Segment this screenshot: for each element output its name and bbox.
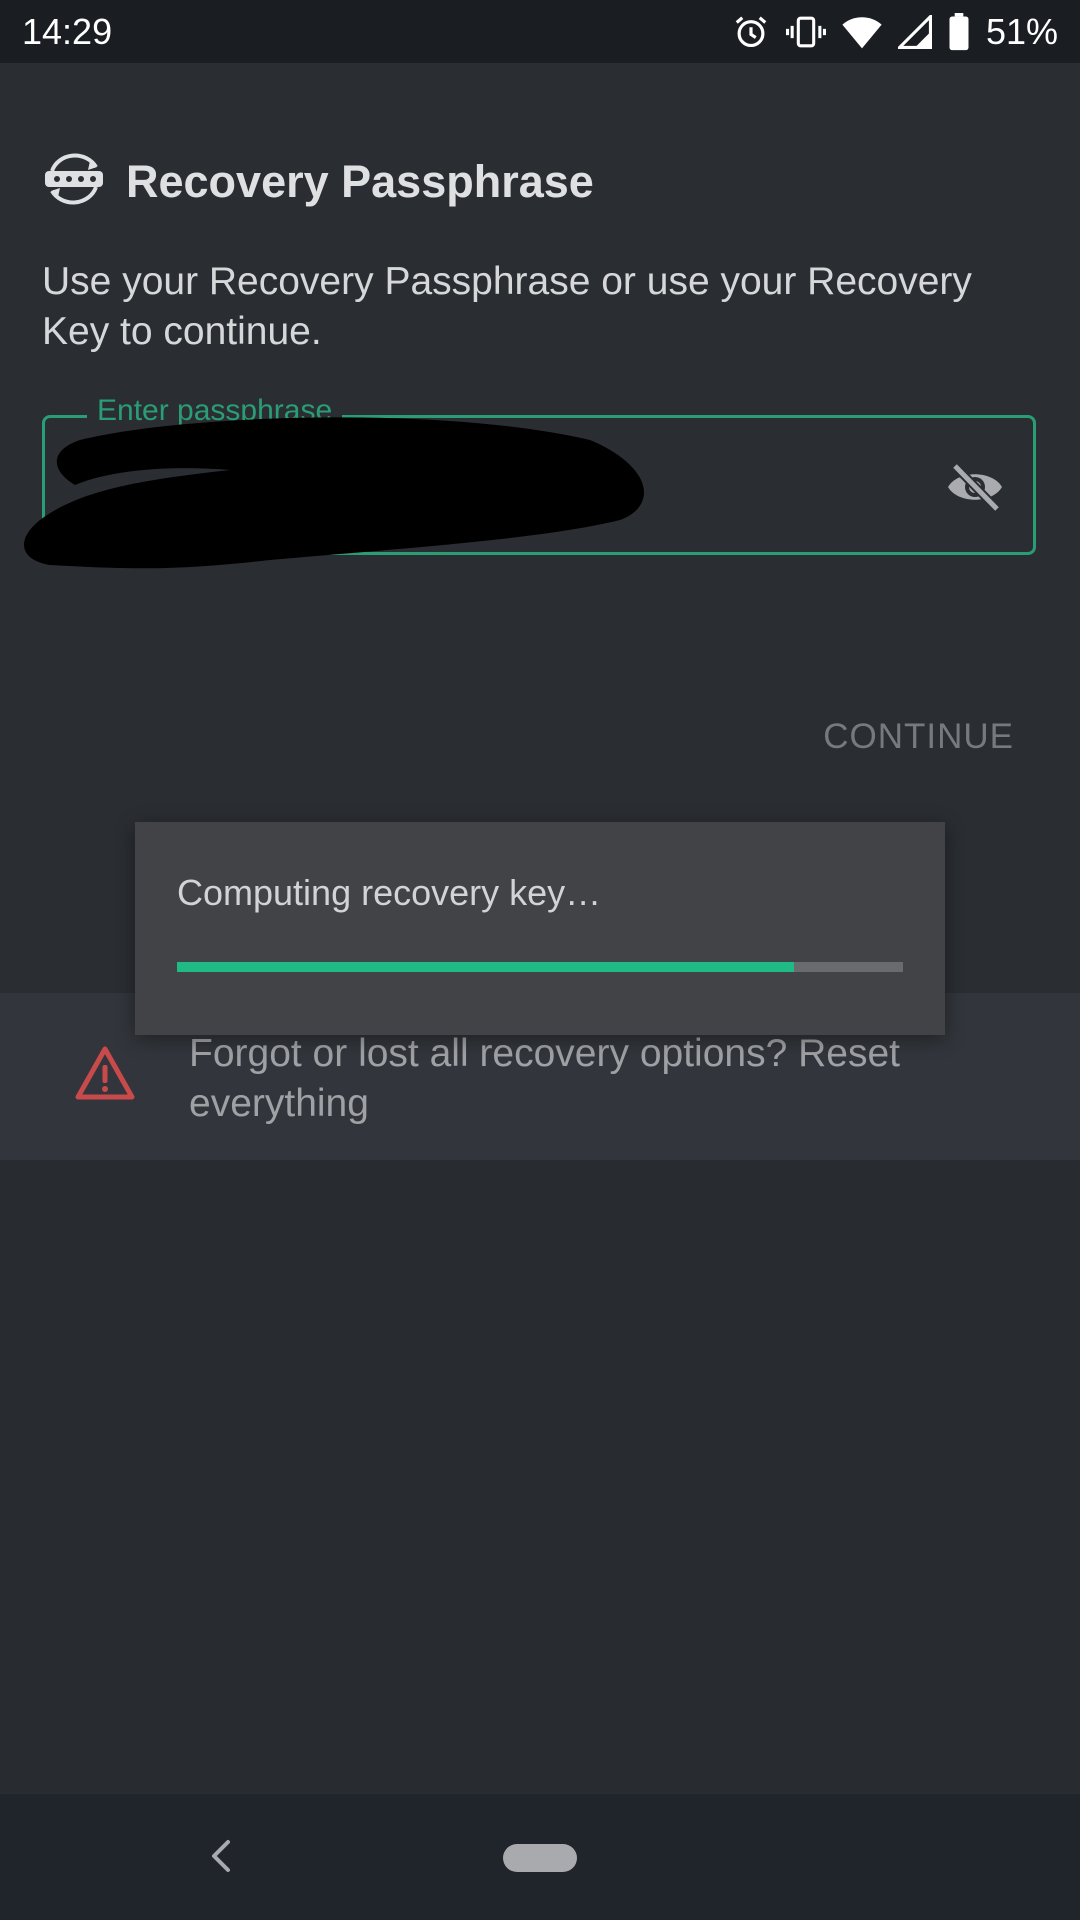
alarm-icon bbox=[732, 13, 770, 51]
page-title: Recovery Passphrase bbox=[126, 155, 594, 207]
status-time: 14:29 bbox=[22, 10, 113, 52]
status-icons: 51% bbox=[732, 11, 1058, 53]
recovery-key-icon bbox=[42, 149, 106, 214]
battery-icon bbox=[948, 12, 970, 51]
recovery-description: Use your Recovery Passphrase or use your… bbox=[42, 260, 972, 353]
redaction-scribble bbox=[23, 417, 645, 569]
empty-area bbox=[0, 1160, 1080, 1794]
progress-dialog: Computing recovery key… bbox=[135, 822, 945, 1035]
title-row: Recovery Passphrase bbox=[42, 149, 594, 214]
wifi-icon bbox=[842, 14, 882, 50]
progress-bar bbox=[177, 962, 903, 972]
progress-fill bbox=[177, 962, 795, 972]
battery-percent: 51% bbox=[985, 10, 1058, 52]
vibrate-icon bbox=[785, 13, 826, 51]
eye-off-icon[interactable] bbox=[945, 460, 1005, 514]
status-bar: 14:29 51% bbox=[0, 0, 1080, 63]
navigation-bar bbox=[0, 1794, 1080, 1920]
home-pill-button[interactable] bbox=[503, 1844, 577, 1872]
reset-everything-link[interactable]: Forgot or lost all recovery options? Res… bbox=[189, 1029, 1059, 1129]
continue-button[interactable]: CONTINUE bbox=[823, 717, 1014, 757]
warning-icon bbox=[74, 1045, 136, 1106]
signal-icon bbox=[897, 14, 932, 49]
dialog-message: Computing recovery key… bbox=[177, 872, 602, 913]
back-icon[interactable] bbox=[206, 1836, 236, 1881]
